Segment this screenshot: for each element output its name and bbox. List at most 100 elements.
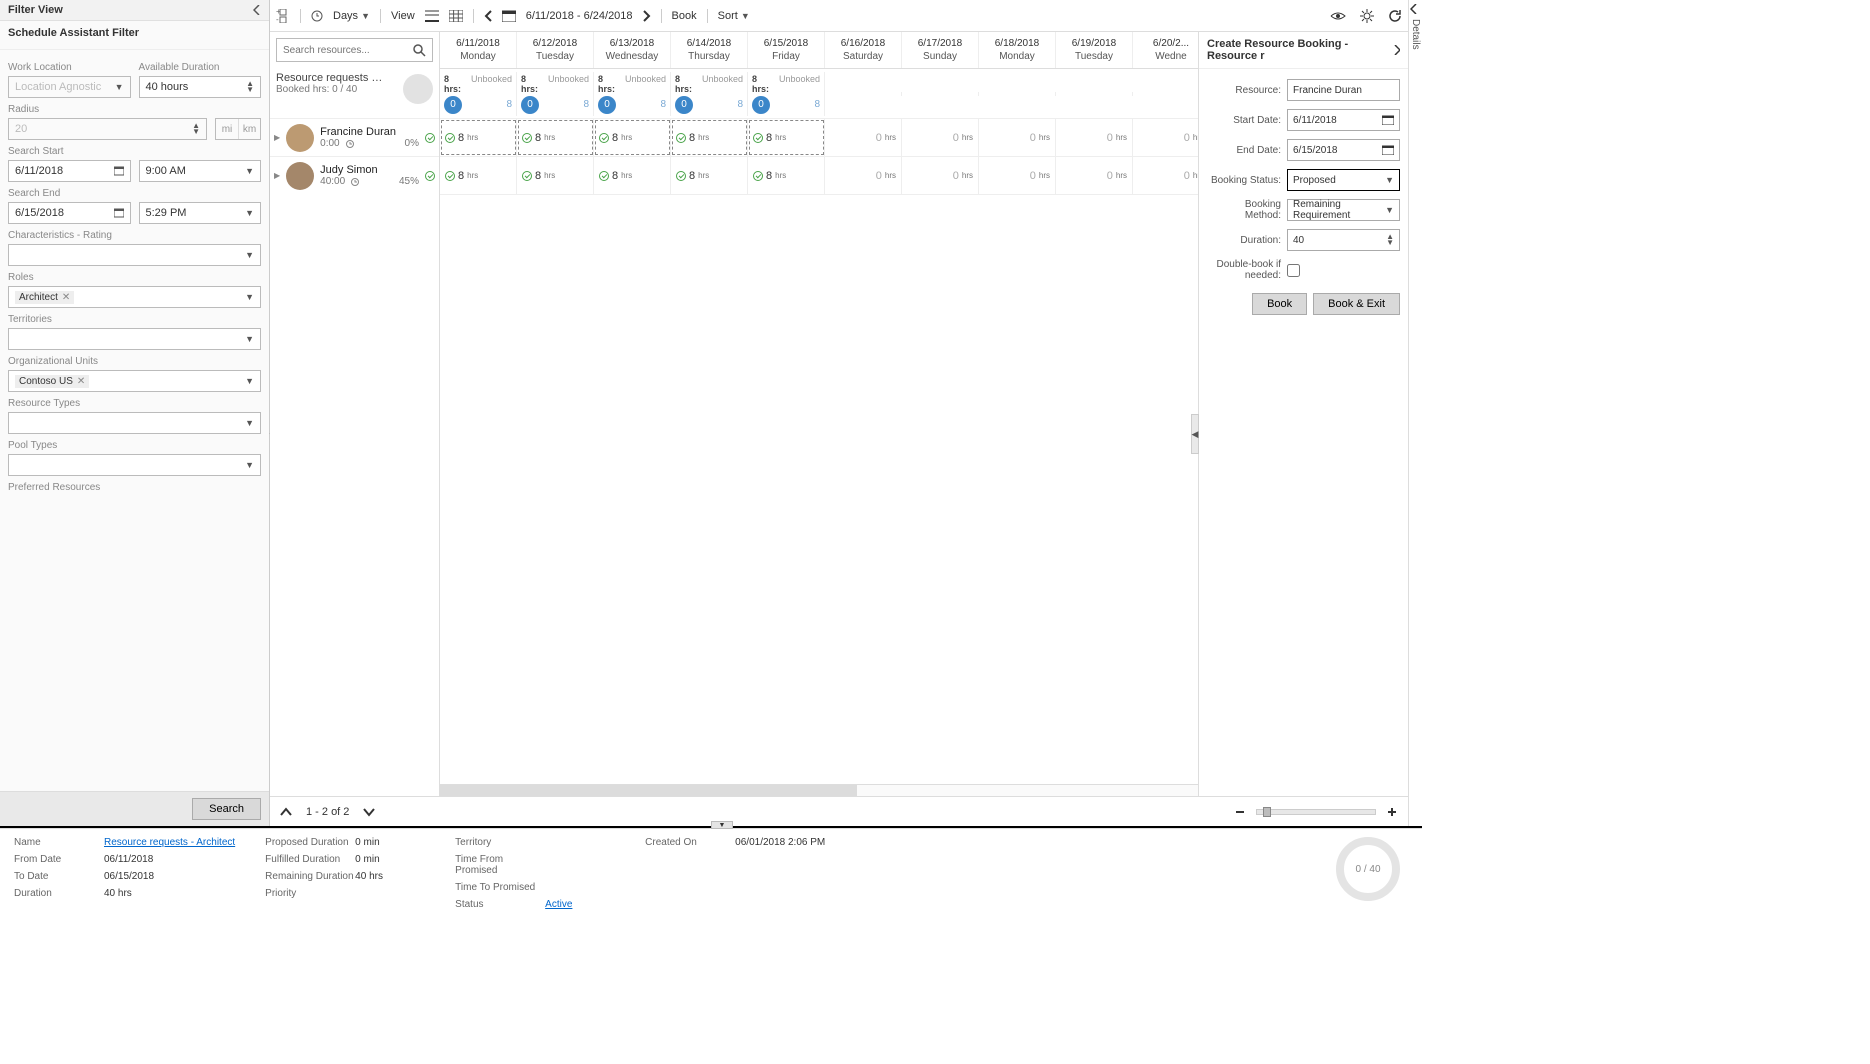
availability-cell[interactable]: 0hrs: [1056, 157, 1133, 194]
search-start-label: Search Start: [8, 146, 261, 157]
duration-label: Duration: [14, 888, 104, 899]
bottom-collapse-handle[interactable]: ▼: [711, 821, 733, 829]
search-start-date[interactable]: 6/11/2018: [8, 160, 131, 182]
characteristics-select[interactable]: ▼: [8, 244, 261, 266]
radius-input[interactable]: 20▲▼: [8, 118, 207, 140]
eye-icon[interactable]: [1330, 10, 1346, 22]
search-button[interactable]: Search: [192, 798, 261, 820]
availability-cell[interactable]: 8hrs: [594, 157, 671, 194]
list-view-icon[interactable]: [425, 10, 439, 22]
zoom-in-icon[interactable]: [1386, 806, 1398, 818]
availability-cell[interactable]: 8hrs: [594, 119, 671, 156]
expand-resource-icon[interactable]: ▶: [274, 133, 280, 142]
resource-row[interactable]: ▶ Judy Simon 40:0045%: [270, 156, 439, 194]
requirement-link[interactable]: Resource requests - Architect: [104, 837, 235, 848]
availability-cell[interactable]: 0hrs: [825, 157, 902, 194]
resource-search-input[interactable]: [283, 45, 403, 56]
resource-availability-row: 8hrs8hrs8hrs8hrs8hrs0hrs0hrs0hrs0hrs0hrs: [440, 157, 1198, 195]
details-tab[interactable]: Details: [1408, 0, 1422, 826]
territories-select[interactable]: ▼: [8, 328, 261, 350]
remove-role-icon[interactable]: ✕: [62, 292, 70, 303]
availability-cell[interactable]: 8hrs: [748, 157, 825, 194]
search-end-date[interactable]: 6/15/2018: [8, 202, 131, 224]
availability-cell[interactable]: 0hrs: [979, 157, 1056, 194]
duration-input[interactable]: 40▲▼: [1287, 229, 1400, 251]
start-date-input[interactable]: 6/11/2018: [1287, 109, 1400, 131]
search-start-time[interactable]: 9:00 AM▼: [139, 160, 262, 182]
day-header: 6/13/2018Wednesday: [594, 32, 671, 68]
calendar-icon[interactable]: [502, 10, 516, 22]
availability-cell[interactable]: 0hrs: [1056, 119, 1133, 156]
unbooked-cell: 8 hrs: Unbooked08: [671, 72, 748, 116]
territories-label: Territories: [8, 314, 261, 325]
booking-status-select[interactable]: Proposed▼: [1287, 169, 1400, 191]
grid-view-icon[interactable]: [449, 10, 463, 22]
zoom-slider[interactable]: [1256, 809, 1376, 815]
start-date-label: Start Date:: [1207, 115, 1281, 126]
availability-cell[interactable]: 8hrs: [748, 119, 825, 156]
roles-label: Roles: [8, 272, 261, 283]
availability-cell[interactable]: 0hrs: [902, 157, 979, 194]
unbooked-cell: [902, 92, 979, 96]
unbooked-cell: 8 hrs: Unbooked08: [748, 72, 825, 116]
availability-cell[interactable]: 0hrs: [902, 119, 979, 156]
remove-org-icon[interactable]: ✕: [77, 376, 85, 387]
roles-select[interactable]: Architect✕▼: [8, 286, 261, 308]
status-link[interactable]: Active: [545, 899, 572, 910]
available-icon: [753, 133, 763, 143]
availability-cell[interactable]: 0hrs: [979, 119, 1056, 156]
collapse-left-icon[interactable]: [253, 5, 261, 15]
requirement-header: Resource requests - ... Booked hrs: 0 / …: [270, 68, 439, 118]
created-on-value: 06/01/2018 2:06 PM: [735, 837, 825, 848]
end-date-input[interactable]: 6/15/2018: [1287, 139, 1400, 161]
resource-row[interactable]: ▶ Francine Duran 0:000%: [270, 118, 439, 156]
sort-dropdown[interactable]: Sort ▼: [718, 10, 750, 22]
availability-cell[interactable]: 8hrs: [517, 119, 594, 156]
available-duration-input[interactable]: 40 hours▲▼: [139, 76, 262, 98]
resource-search[interactable]: [276, 38, 433, 62]
availability-cell[interactable]: 0hrs: [825, 119, 902, 156]
horizontal-scrollbar[interactable]: [440, 784, 1198, 796]
resource-types-label: Resource Types: [8, 398, 261, 409]
book-action[interactable]: Book: [672, 10, 697, 22]
availability-cell[interactable]: 0hrs: [1133, 157, 1198, 194]
availability-cell[interactable]: 8hrs: [440, 157, 517, 194]
work-location-select[interactable]: Location Agnostic▼: [8, 76, 131, 98]
resource-label: Resource:: [1207, 85, 1281, 96]
prev-icon[interactable]: [484, 10, 492, 22]
expand-resource-icon[interactable]: ▶: [274, 171, 280, 180]
search-end-time[interactable]: 5:29 PM▼: [139, 202, 262, 224]
day-header: 6/18/2018Monday: [979, 32, 1056, 68]
date-range[interactable]: 6/11/2018 - 6/24/2018: [526, 10, 633, 22]
availability-cell[interactable]: 8hrs: [440, 119, 517, 156]
day-header: 6/15/2018Friday: [748, 32, 825, 68]
expand-rows-icon[interactable]: +-: [276, 9, 290, 23]
radius-units[interactable]: mikm: [215, 118, 261, 140]
pool-types-select[interactable]: ▼: [8, 454, 261, 476]
page-down-icon[interactable]: [363, 807, 375, 817]
resource-types-select[interactable]: ▼: [8, 412, 261, 434]
refresh-icon[interactable]: [1388, 9, 1402, 23]
proposed-duration-label: Proposed Duration: [265, 837, 355, 848]
search-icon[interactable]: [412, 43, 426, 57]
gear-icon[interactable]: [1360, 9, 1374, 23]
booking-method-select[interactable]: Remaining Requirement▼: [1287, 199, 1400, 221]
availability-cell[interactable]: 8hrs: [517, 157, 594, 194]
book-button[interactable]: Book: [1252, 293, 1307, 315]
chevron-right-icon[interactable]: [1393, 45, 1400, 55]
days-dropdown[interactable]: Days ▼: [333, 10, 370, 22]
next-icon[interactable]: [643, 10, 651, 22]
double-book-checkbox[interactable]: [1287, 264, 1300, 277]
available-icon: [522, 133, 532, 143]
right-collapse-handle[interactable]: ◀: [1191, 414, 1199, 454]
zoom-out-icon[interactable]: [1234, 806, 1246, 818]
book-exit-button[interactable]: Book & Exit: [1313, 293, 1400, 315]
availability-cell[interactable]: 8hrs: [671, 157, 748, 194]
org-units-select[interactable]: Contoso US✕▼: [8, 370, 261, 392]
page-up-icon[interactable]: [280, 807, 292, 817]
view-label: View: [391, 10, 415, 22]
availability-cell[interactable]: 8hrs: [671, 119, 748, 156]
availability-cell[interactable]: 0hrs: [1133, 119, 1198, 156]
resource-input[interactable]: Francine Duran: [1287, 79, 1400, 101]
day-header: 6/16/2018Saturday: [825, 32, 902, 68]
